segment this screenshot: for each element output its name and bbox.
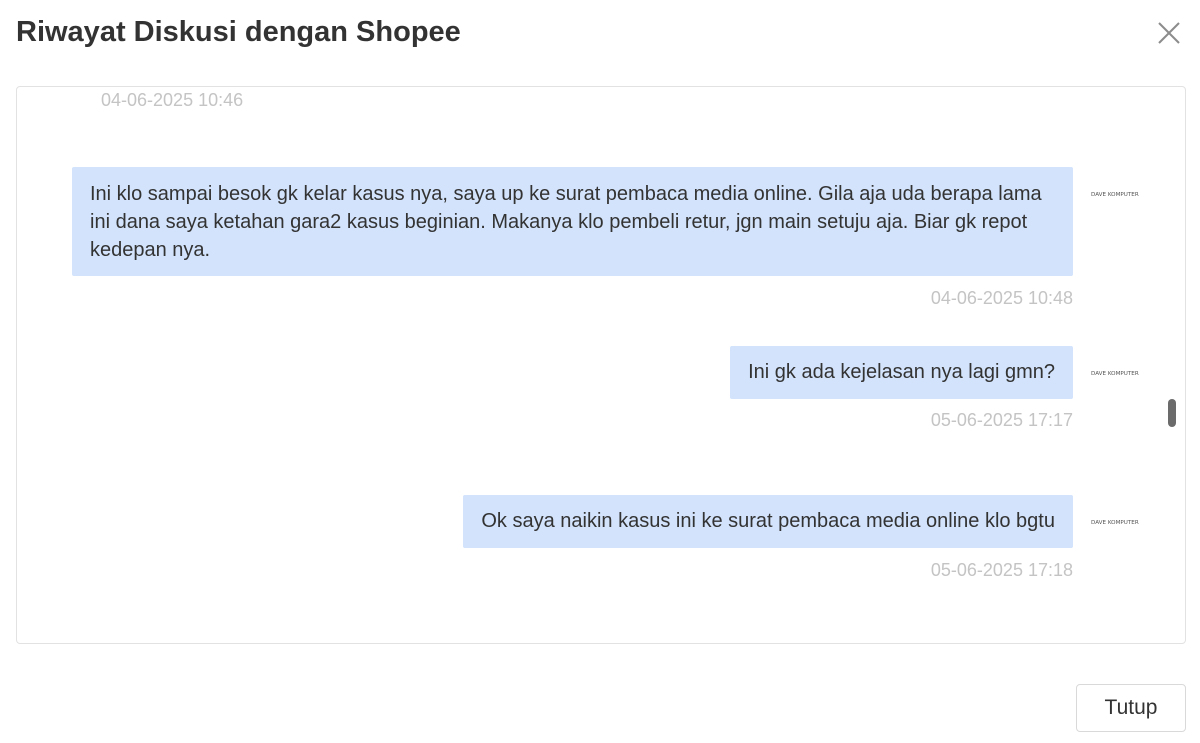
message-bubble: Ini gk ada kejelasan nya lagi gmn? — [730, 346, 1073, 399]
message-timestamp: 05-06-2025 17:18 — [930, 560, 1073, 580]
message-timestamp: 04-06-2025 10:48 — [930, 288, 1073, 308]
close-dialog-button[interactable]: Tutup — [1076, 684, 1186, 732]
scrollbar-thumb[interactable] — [1168, 399, 1176, 427]
avatar-label: DAVE KOMPUTER — [1091, 192, 1139, 198]
sender-avatar: DAVE KOMPUTER — [1091, 366, 1141, 378]
message-bubble: Ok saya naikin kasus ini ke surat pembac… — [463, 495, 1073, 548]
close-button[interactable] — [1152, 16, 1186, 50]
close-icon — [1158, 22, 1180, 44]
message-timestamp: 05-06-2025 17:17 — [930, 410, 1073, 430]
avatar-label: DAVE KOMPUTER — [1091, 371, 1139, 377]
message-bubble: Ini klo sampai besok gk kelar kasus nya,… — [72, 167, 1073, 276]
modal-title: Riwayat Diskusi dengan Shopee — [16, 16, 461, 48]
scrollbar[interactable] — [1167, 87, 1177, 643]
message-timestamp: 04-06-2025 10:46 — [101, 90, 244, 110]
sender-avatar: DAVE KOMPUTER — [1091, 515, 1141, 527]
avatar-label: DAVE KOMPUTER — [1091, 520, 1139, 526]
chat-history-panel[interactable]: 04-06-2025 10:46 Ini klo sampai besok gk… — [16, 86, 1186, 644]
sender-avatar: DAVE KOMPUTER — [1091, 187, 1141, 199]
